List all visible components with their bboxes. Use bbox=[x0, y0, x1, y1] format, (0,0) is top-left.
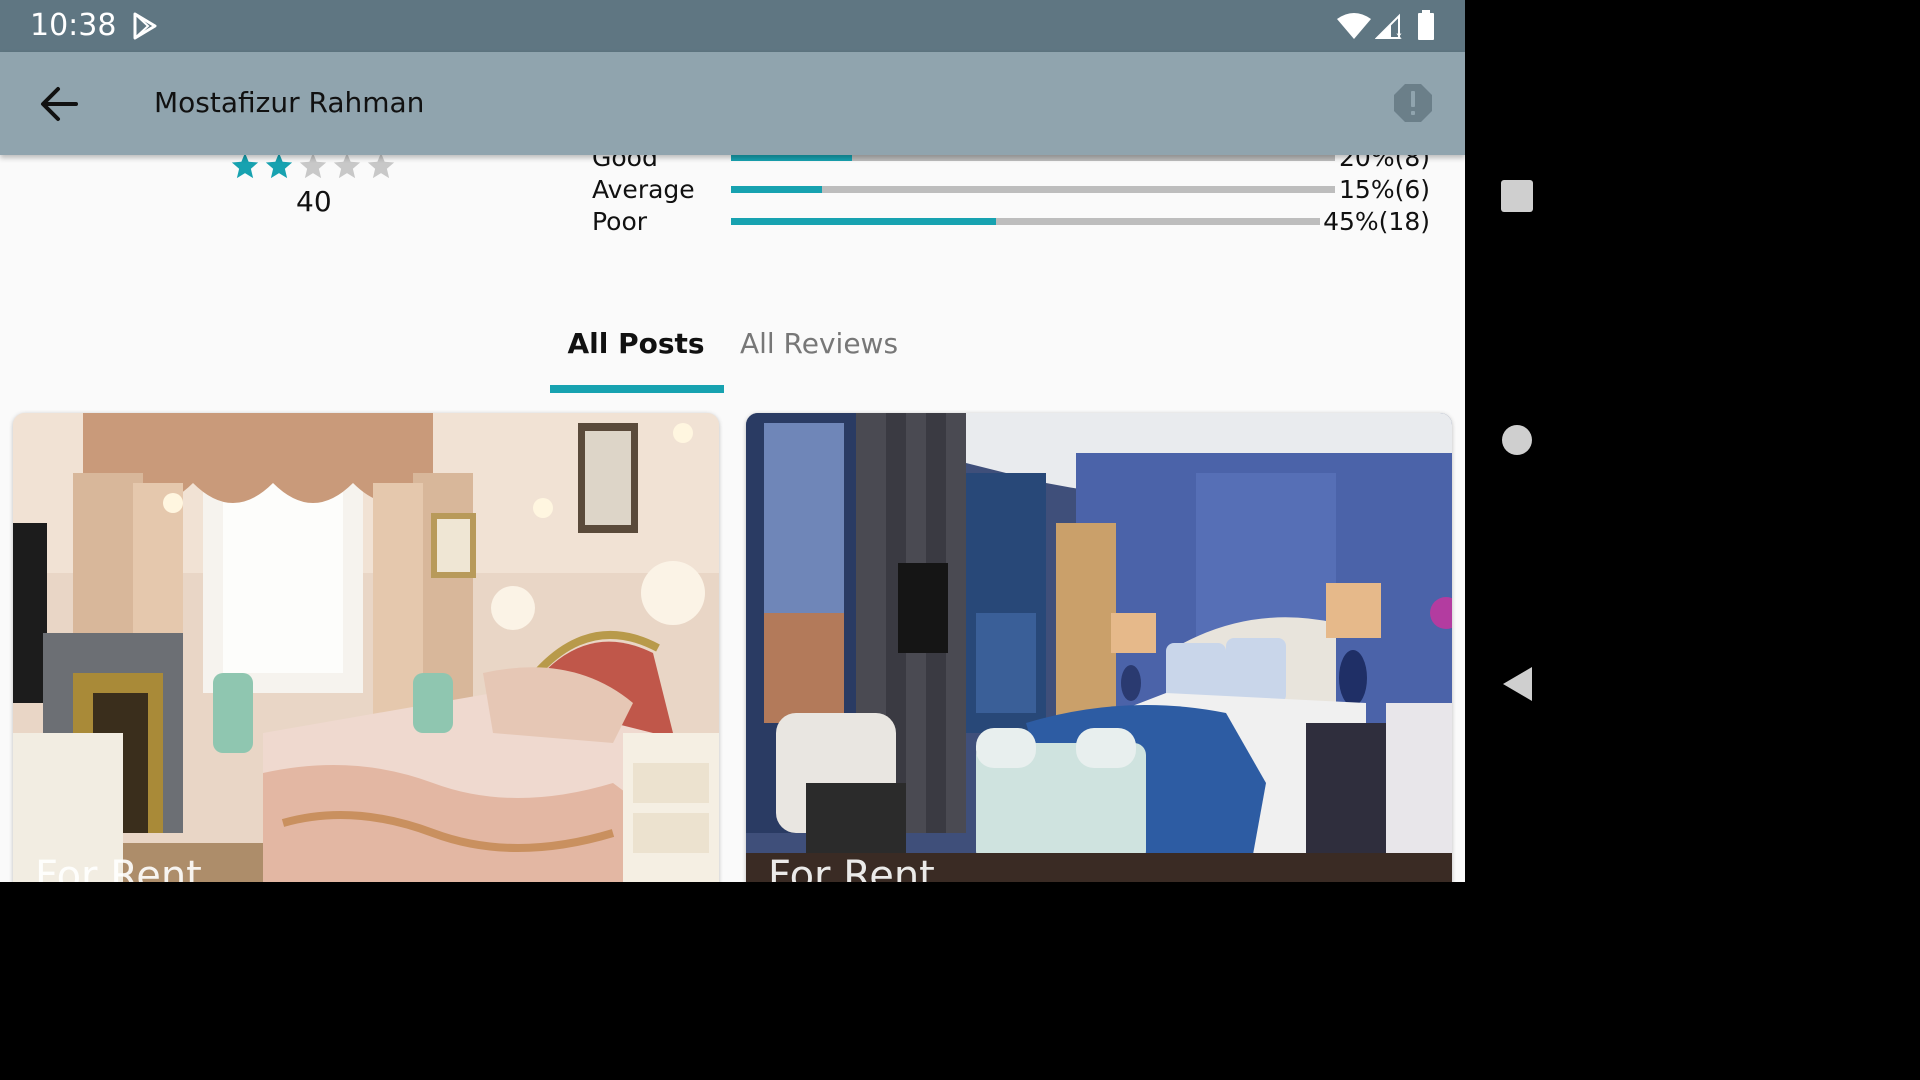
modern-blue-bedroom-photo bbox=[746, 413, 1452, 882]
rating-bar-fill bbox=[731, 186, 822, 193]
profile-tabs: All Posts All Reviews bbox=[548, 323, 908, 393]
post-label: For Rent bbox=[35, 853, 202, 882]
post-label: For Rent bbox=[768, 853, 935, 882]
star-filled-icon bbox=[231, 155, 259, 179]
tab-indicator bbox=[550, 385, 724, 393]
play-store-icon bbox=[133, 12, 157, 40]
rating-summary: 40 bbox=[228, 155, 398, 218]
rating-bar bbox=[731, 186, 1335, 193]
profile-content: 40 Good 20%(8) Average 15%(6) Poor 45%(1… bbox=[0, 155, 1465, 882]
rating-label: Average bbox=[592, 175, 695, 204]
back-button[interactable] bbox=[32, 80, 84, 128]
wifi-icon bbox=[1337, 13, 1371, 39]
star-rating bbox=[228, 155, 398, 181]
recents-icon bbox=[1501, 180, 1533, 212]
tab-all-reviews[interactable]: All Reviews bbox=[734, 323, 904, 393]
rating-bar bbox=[731, 155, 1335, 161]
rating-row-average: Average 15%(6) bbox=[592, 175, 1432, 207]
nav-back-button[interactable] bbox=[1495, 662, 1539, 706]
post-card[interactable]: For Rent bbox=[13, 413, 719, 882]
arrow-back-icon bbox=[41, 87, 78, 121]
page-title: Mostafizur Rahman bbox=[154, 86, 425, 119]
report-button[interactable] bbox=[1392, 82, 1434, 124]
battery-icon bbox=[1418, 10, 1434, 40]
rating-row-good: Good 20%(8) bbox=[592, 155, 1432, 175]
post-card[interactable]: For Rent bbox=[746, 413, 1452, 882]
rating-bar-fill bbox=[731, 218, 997, 225]
signal-icon: x bbox=[1375, 13, 1402, 40]
rating-label: Good bbox=[592, 155, 658, 172]
navigation-bar bbox=[1465, 0, 1568, 882]
rating-row-poor: Poor 45%(18) bbox=[592, 207, 1432, 239]
star-empty-icon bbox=[333, 155, 361, 179]
svg-text:x: x bbox=[1396, 31, 1402, 40]
app-bar: Mostafizur Rahman bbox=[0, 52, 1465, 155]
back-triangle-icon bbox=[1503, 667, 1532, 701]
recents-button[interactable] bbox=[1495, 174, 1539, 218]
classic-bedroom-photo bbox=[13, 413, 719, 882]
star-empty-icon bbox=[367, 155, 395, 179]
status-time: 10:38 bbox=[30, 8, 117, 43]
rating-bar bbox=[731, 218, 1320, 225]
star-empty-icon bbox=[299, 155, 327, 179]
rating-label: Poor bbox=[592, 207, 648, 236]
report-icon bbox=[1394, 84, 1432, 122]
rating-value: 15%(6) bbox=[1339, 175, 1430, 204]
rating-count: 40 bbox=[296, 185, 332, 218]
tab-all-posts[interactable]: All Posts bbox=[548, 323, 724, 393]
home-icon bbox=[1502, 425, 1532, 455]
home-button[interactable] bbox=[1495, 418, 1539, 462]
star-filled-icon bbox=[265, 155, 293, 179]
status-bar: 10:38 x bbox=[0, 0, 1465, 52]
rating-value: 20%(8) bbox=[1339, 155, 1430, 172]
rating-value: 45%(18) bbox=[1323, 207, 1430, 236]
rating-bar-fill bbox=[731, 155, 852, 161]
